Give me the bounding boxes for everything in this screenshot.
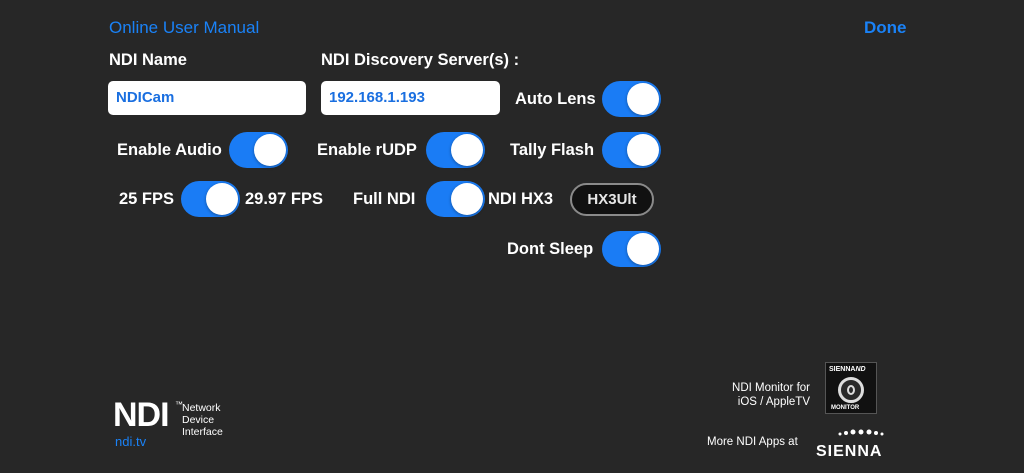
auto-lens-label: Auto Lens: [515, 90, 596, 108]
toggle-knob: [627, 83, 659, 115]
ndi-monitor-app-icon[interactable]: SIENNAND MONITOR: [825, 362, 877, 414]
discovery-server-label: NDI Discovery Server(s) :: [321, 51, 520, 69]
tally-flash-toggle[interactable]: [602, 132, 661, 168]
ndi-monitor-text[interactable]: NDI Monitor for iOS / AppleTV: [712, 381, 810, 409]
toggle-knob: [451, 183, 483, 215]
ndi-name-label: NDI Name: [109, 51, 187, 69]
sienna-logo-text: SIENNA: [816, 443, 883, 460]
full-ndi-label: Full NDI: [353, 190, 416, 208]
ndi-hx3-label: NDI HX3: [488, 190, 554, 208]
dont-sleep-toggle[interactable]: [602, 231, 661, 267]
toggle-knob: [627, 134, 659, 166]
online-user-manual-link[interactable]: Online User Manual: [109, 18, 259, 38]
ndi-logo-text: NDI: [113, 396, 170, 434]
tally-flash-label: Tally Flash: [510, 141, 595, 159]
toggle-knob: [206, 183, 238, 215]
auto-lens-toggle[interactable]: [602, 81, 661, 117]
sienna-logo[interactable]: SIENNA: [816, 425, 902, 461]
hx3ult-button[interactable]: HX3Ult: [570, 183, 654, 216]
ndi-tv-link[interactable]: ndi.tv: [115, 434, 146, 449]
toggle-knob: [254, 134, 286, 166]
monitor-text-line: iOS / AppleTV: [737, 396, 810, 408]
ndi-sub-line: Device: [182, 414, 215, 426]
ndi-mode-toggle[interactable]: [426, 181, 485, 217]
discovery-server-input[interactable]: 192.168.1.193: [321, 81, 500, 115]
monitor-icon-brand: SIENNAND: [829, 366, 866, 373]
done-button[interactable]: Done: [864, 18, 907, 38]
enable-rudp-label: Enable rUDP: [317, 141, 417, 159]
dont-sleep-label: Dont Sleep: [507, 240, 594, 258]
enable-audio-label: Enable Audio: [117, 141, 222, 159]
enable-audio-toggle[interactable]: [229, 132, 288, 168]
fps-2997-label: 29.97 FPS: [245, 190, 323, 208]
ndi-sub-line: Interface: [182, 426, 223, 438]
ndi-subtitle: Network Device Interface: [182, 402, 223, 438]
monitor-icon-label: MONITOR: [831, 405, 860, 411]
ndi-name-input[interactable]: NDICam: [108, 81, 306, 115]
fps-25-label: 25 FPS: [119, 190, 175, 208]
toggle-knob: [451, 134, 483, 166]
ndi-logo: NDI ™: [113, 396, 183, 434]
monitor-text-line: NDI Monitor for: [732, 382, 810, 394]
monitor-icon-circle: [838, 377, 864, 403]
sienna-logo-dots: [838, 429, 884, 436]
more-apps-text: More NDI Apps at: [707, 436, 798, 448]
ndi-sub-line: Network: [182, 402, 221, 414]
fps-toggle[interactable]: [181, 181, 240, 217]
toggle-knob: [627, 233, 659, 265]
enable-rudp-toggle[interactable]: [426, 132, 485, 168]
